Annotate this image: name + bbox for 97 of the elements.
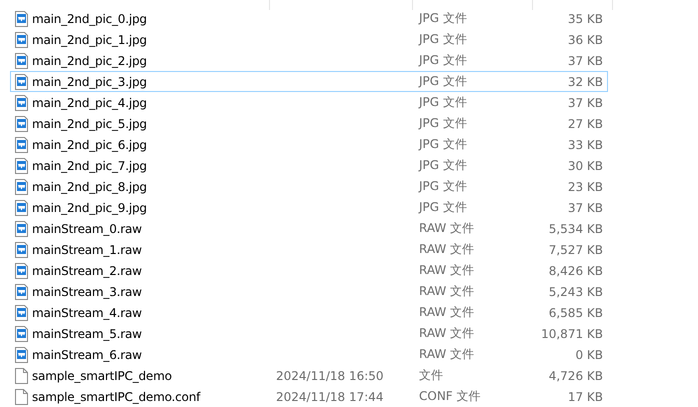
file-type: JPG 文件: [417, 115, 468, 132]
file-size: 6,585 KB: [548, 306, 604, 320]
file-type: JPG 文件: [417, 136, 468, 153]
image-file-icon: [15, 304, 28, 320]
file-row[interactable]: main_2nd_pic_8.jpg JPG 文件 23 KB: [10, 176, 608, 197]
image-file-icon: [15, 158, 28, 174]
file-row[interactable]: main_2nd_pic_6.jpg JPG 文件 33 KB: [10, 134, 608, 155]
modified-date: 2024/11/18 17:44: [275, 390, 385, 404]
file-row[interactable]: mainStream_1.raw RAW 文件 7,527 KB: [10, 239, 608, 260]
file-row[interactable]: main_2nd_pic_1.jpg JPG 文件 36 KB: [10, 29, 608, 50]
file-icon: [15, 388, 28, 404]
file-name: main_2nd_pic_4.jpg: [32, 96, 147, 110]
file-name: mainStream_5.raw: [32, 326, 142, 340]
file-size: 37 KB: [566, 200, 604, 214]
image-file-icon: [15, 284, 28, 300]
file-type: JPG 文件: [417, 157, 468, 174]
file-size: 8,426 KB: [548, 264, 604, 278]
file-type: RAW 文件: [418, 325, 476, 342]
image-file-icon: [15, 346, 28, 362]
file-name: mainStream_6.raw: [32, 348, 142, 362]
file-size: 5,243 KB: [548, 284, 604, 298]
file-name: main_2nd_pic_7.jpg: [32, 158, 147, 172]
file-name: main_2nd_pic_9.jpg: [32, 200, 147, 214]
file-size: 0 KB: [574, 348, 604, 362]
file-name: main_2nd_pic_6.jpg: [32, 138, 147, 152]
file-size: 30 KB: [566, 158, 604, 172]
file-size: 7,527 KB: [548, 242, 604, 256]
file-size: 35 KB: [566, 12, 604, 26]
file-size: 23 KB: [566, 180, 604, 194]
file-type: JPG 文件: [417, 94, 468, 111]
file-type: RAW 文件: [418, 304, 476, 321]
file-size: 36 KB: [566, 32, 604, 46]
file-row[interactable]: main_2nd_pic_5.jpg JPG 文件 27 KB: [10, 113, 608, 134]
modified-date: 2024/11/18 16:50: [275, 368, 385, 382]
image-file-icon: [15, 178, 28, 194]
file-name: mainStream_0.raw: [32, 222, 142, 236]
image-file-icon: [15, 52, 28, 68]
file-row[interactable]: main_2nd_pic_9.jpg JPG 文件 37 KB: [10, 197, 608, 218]
file-type: RAW 文件: [418, 262, 476, 279]
image-file-icon: [15, 32, 28, 48]
file-row[interactable]: main_2nd_pic_7.jpg JPG 文件 30 KB: [10, 155, 608, 176]
file-size: 32 KB: [566, 74, 604, 88]
file-type: RAW 文件: [418, 283, 476, 300]
image-file-icon: [15, 326, 28, 342]
file-row[interactable]: mainStream_2.raw RAW 文件 8,426 KB: [10, 260, 608, 281]
image-file-icon: [15, 94, 28, 110]
file-row[interactable]: mainStream_6.raw RAW 文件 0 KB: [10, 344, 608, 365]
file-name: mainStream_1.raw: [32, 242, 142, 256]
file-name: main_2nd_pic_2.jpg: [32, 54, 147, 68]
image-file-icon: [15, 116, 28, 132]
file-name: mainStream_2.raw: [32, 264, 142, 278]
file-type: JPG 文件: [417, 178, 468, 195]
file-name: mainStream_4.raw: [32, 306, 142, 320]
file-type: JPG 文件: [417, 31, 468, 48]
image-file-icon: [15, 200, 28, 216]
file-size: 27 KB: [566, 116, 604, 130]
file-row[interactable]: main_2nd_pic_2.jpg JPG 文件 37 KB: [10, 50, 608, 71]
file-name: main_2nd_pic_3.jpg: [32, 74, 147, 88]
file-name: main_2nd_pic_8.jpg: [32, 180, 147, 194]
file-size: 33 KB: [566, 138, 604, 152]
file-type: JPG 文件: [417, 10, 468, 27]
file-row[interactable]: mainStream_4.raw RAW 文件 6,585 KB: [10, 302, 608, 323]
image-file-icon: [15, 74, 28, 90]
file-name: main_2nd_pic_0.jpg: [32, 12, 147, 26]
file-name: sample_smartIPC_demo.conf: [32, 390, 200, 404]
file-row[interactable]: sample_smartIPC_demo 2024/11/18 16:50 文件 4,726 KB: [10, 365, 608, 386]
file-row[interactable]: main_2nd_pic_0.jpg JPG 文件 35 KB: [10, 8, 608, 29]
file-type: RAW 文件: [418, 220, 476, 237]
file-size: 5,534 KB: [548, 222, 604, 236]
file-size: 10,871 KB: [540, 326, 604, 340]
file-row[interactable]: main_2nd_pic_3.jpg JPG 文件 32 KB: [10, 71, 608, 92]
file-type: RAW 文件: [418, 241, 476, 258]
image-file-icon: [15, 220, 28, 236]
file-name: main_2nd_pic_1.jpg: [32, 32, 147, 46]
file-type: JPG 文件: [417, 52, 468, 69]
file-size: 4,726 KB: [548, 368, 604, 382]
file-type: JPG 文件: [417, 73, 468, 90]
file-row[interactable]: main_2nd_pic_4.jpg JPG 文件 37 KB: [10, 92, 608, 113]
file-row[interactable]: mainStream_5.raw RAW 文件 10,871 KB: [10, 323, 608, 344]
file-type: RAW 文件: [418, 346, 476, 363]
file-type: CONF 文件: [418, 388, 482, 405]
file-name: main_2nd_pic_5.jpg: [32, 116, 147, 130]
file-size: 37 KB: [566, 96, 604, 110]
file-size: 37 KB: [566, 54, 604, 68]
file-row[interactable]: sample_smartIPC_demo.conf 2024/11/18 17:44 CONF 文件 17 KB: [10, 386, 608, 407]
image-file-icon: [15, 262, 28, 278]
file-icon: [15, 368, 28, 384]
file-type: JPG 文件: [417, 199, 468, 216]
file-row[interactable]: mainStream_3.raw RAW 文件 5,243 KB: [10, 281, 608, 302]
file-name: sample_smartIPC_demo: [32, 368, 172, 382]
file-size: 17 KB: [566, 390, 604, 404]
image-file-icon: [15, 136, 28, 152]
image-file-icon: [15, 10, 28, 26]
file-type: 文件: [418, 367, 444, 384]
file-row[interactable]: mainStream_0.raw RAW 文件 5,534 KB: [10, 218, 608, 239]
image-file-icon: [15, 242, 28, 258]
file-name: mainStream_3.raw: [32, 284, 142, 298]
